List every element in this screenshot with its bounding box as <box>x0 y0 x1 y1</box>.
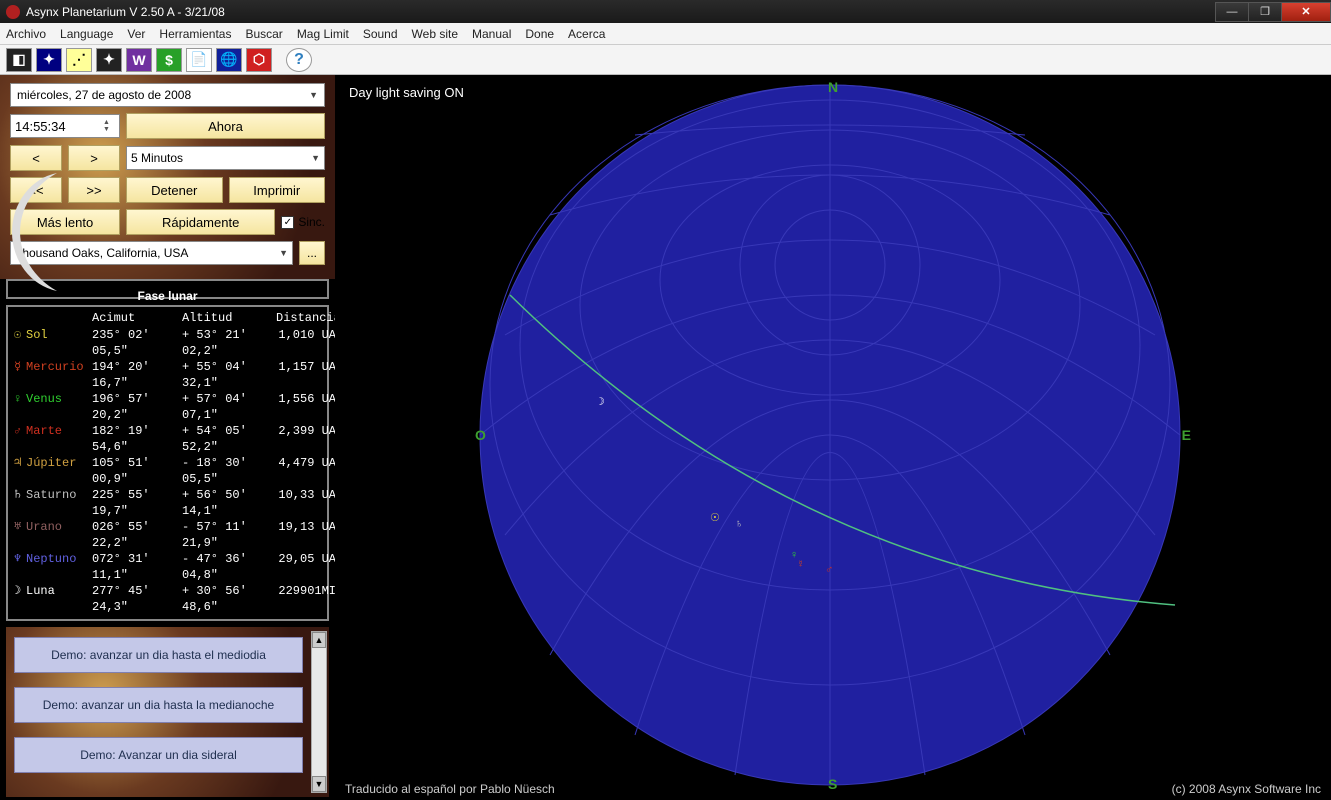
planet-row: ♅Urano026° 55' 22,2"- 57° 11' 21,9"19,13… <box>14 519 321 551</box>
compass-n: N <box>828 79 838 95</box>
planet-row: ☽Luna277° 45' 24,3"+ 30° 56' 48,6"229901… <box>14 583 321 615</box>
step-select[interactable]: 5 Minutos▼ <box>126 146 325 170</box>
tool-constellations[interactable]: ✦ <box>36 48 62 72</box>
menu-acerca[interactable]: Acerca <box>568 27 605 41</box>
footer-copyright: (c) 2008 Asynx Software Inc <box>1172 782 1321 800</box>
planet-row: ☿Mercurio194° 20' 16,7"+ 55° 04' 32,1"1,… <box>14 359 321 391</box>
svg-text:♄: ♄ <box>735 518 743 530</box>
date-input[interactable]: miércoles, 27 de agosto de 2008▼ <box>10 83 325 107</box>
minimize-button[interactable]: — <box>1215 2 1249 22</box>
menu-manual[interactable]: Manual <box>472 27 511 41</box>
planet-row: ♀Venus196° 57' 20,2"+ 57° 04' 07,1"1,556… <box>14 391 321 423</box>
demo-scrollbar[interactable]: ▲▼ <box>311 631 327 793</box>
planet-row: ☉Sol235° 02' 05,5"+ 53° 21' 02,2"1,010 U… <box>14 327 321 359</box>
app-icon <box>6 5 20 19</box>
planet-row: ♃Júpiter105° 51' 00,9"- 18° 30' 05,5"4,4… <box>14 455 321 487</box>
maximize-button[interactable]: ❐ <box>1248 2 1282 22</box>
time-input[interactable]: 14:55:34 ▲▼ <box>10 114 120 138</box>
menu-buscar[interactable]: Buscar <box>245 27 282 41</box>
menu-herramientas[interactable]: Herramientas <box>159 27 231 41</box>
planet-table: Acimut Altitud Distancia ☉Sol235° 02' 05… <box>6 305 329 621</box>
print-button[interactable]: Imprimir <box>229 177 326 203</box>
planet-row: ♄Saturno225° 55' 19,7"+ 56° 50' 14,1"10,… <box>14 487 321 519</box>
menu-sound[interactable]: Sound <box>363 27 398 41</box>
close-button[interactable]: ✕ <box>1281 2 1331 22</box>
demo-midnight-button[interactable]: Demo: avanzar un dia hasta la medianoche <box>14 687 303 723</box>
svg-text:♂: ♂ <box>825 564 833 576</box>
menu-ver[interactable]: Ver <box>127 27 145 41</box>
sync-checkbox[interactable]: ✓Sinc. <box>281 215 325 229</box>
stop-button[interactable]: Detener <box>126 177 223 203</box>
footer-credit: Traducido al español por Pablo Nüesch <box>345 782 555 800</box>
demo-sidereal-button[interactable]: Demo: Avanzar un dia sideral <box>14 737 303 773</box>
now-button[interactable]: Ahora <box>126 113 325 139</box>
moon-phase-label: Fase lunar <box>137 289 197 303</box>
compass-e: E <box>1182 427 1191 443</box>
menu-done[interactable]: Done <box>525 27 554 41</box>
window-title: Asynx Planetarium V 2.50 A - 3/21/08 <box>26 5 1216 19</box>
svg-text:☽: ☽ <box>595 396 605 408</box>
moon-crescent-icon <box>12 163 102 293</box>
toolbar: ◧ ✦ ⋰ ✦ W $ 📄 🌐 ⬡ ? <box>0 45 1331 75</box>
tool-earth[interactable]: 🌐 <box>216 48 242 72</box>
tool-stars[interactable]: ⋰ <box>66 48 92 72</box>
moon-phase-panel: Fase lunar <box>6 279 329 299</box>
compass-o: O <box>475 427 486 443</box>
menu-archivo[interactable]: Archivo <box>6 27 46 41</box>
demo-noon-button[interactable]: Demo: avanzar un dia hasta el mediodia <box>14 637 303 673</box>
menu-bar: Archivo Language Ver Herramientas Buscar… <box>0 23 1331 45</box>
tool-money[interactable]: $ <box>156 48 182 72</box>
tool-1[interactable]: ◧ <box>6 48 32 72</box>
menu-website[interactable]: Web site <box>412 27 458 41</box>
planet-row: ♂Marte182° 19' 54,6"+ 54° 05' 52,2"2,399… <box>14 423 321 455</box>
tool-copy[interactable]: 📄 <box>186 48 212 72</box>
svg-text:☿: ☿ <box>797 559 805 570</box>
tool-w[interactable]: W <box>126 48 152 72</box>
tool-4[interactable]: ✦ <box>96 48 122 72</box>
tool-help[interactable]: ? <box>286 48 312 72</box>
tool-shield[interactable]: ⬡ <box>246 48 272 72</box>
menu-maglimit[interactable]: Mag Limit <box>297 27 349 41</box>
sky-view[interactable]: Day light saving ON <box>335 75 1331 800</box>
planet-row: ♆Neptuno072° 31' 11,1"- 47° 36' 04,8"29,… <box>14 551 321 583</box>
svg-text:☉: ☉ <box>710 512 720 524</box>
demo-panel: Demo: avanzar un dia hasta el mediodia D… <box>6 627 329 797</box>
location-more-button[interactable]: ... <box>299 241 325 265</box>
faster-button[interactable]: Rápidamente <box>126 209 275 235</box>
title-bar: Asynx Planetarium V 2.50 A - 3/21/08 — ❐… <box>0 0 1331 23</box>
menu-language[interactable]: Language <box>60 27 113 41</box>
